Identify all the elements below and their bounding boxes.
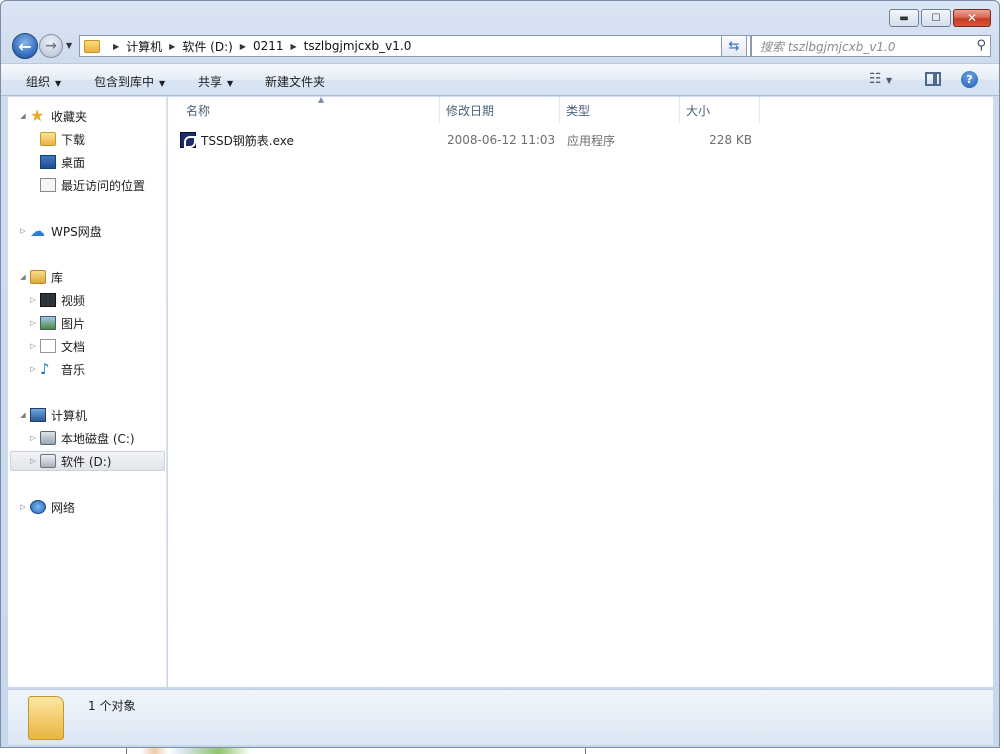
video-icon	[40, 293, 56, 307]
forward-button[interactable]: →	[39, 34, 63, 58]
file-type: 应用程序	[567, 133, 616, 148]
caption-buttons: ▬ ☐ ✕	[889, 9, 991, 27]
tree-item-music[interactable]: ▷ ♪ 音乐	[28, 359, 85, 379]
breadcrumb-computer[interactable]: 计算机	[126, 38, 162, 55]
network-icon	[30, 500, 46, 514]
file-size: 228 KB	[709, 133, 752, 147]
expand-arrow-icon[interactable]: ▷	[18, 503, 28, 511]
column-header-modified[interactable]: 修改日期	[440, 97, 560, 123]
column-header-type[interactable]: 类型	[560, 97, 680, 123]
file-modified: 2008-06-12 11:03	[447, 133, 556, 147]
new-folder-button[interactable]: 新建文件夹	[265, 73, 325, 90]
cloud-icon: ☁	[30, 222, 45, 240]
organize-menu[interactable]: 组织 ▼	[26, 73, 61, 90]
expand-arrow-icon[interactable]: ▷	[18, 227, 28, 235]
breadcrumb-0211[interactable]: 0211	[253, 39, 284, 53]
file-list: 名称 ▲ 修改日期 类型 大小 TSSD钢筋表.exe 2008-06-12 1…	[168, 95, 993, 687]
library-icon	[30, 270, 46, 284]
expand-arrow-icon[interactable]: ◢	[18, 411, 28, 419]
search-input[interactable]: 搜索 tszlbgjmjcxb_v1.0 ⚲	[751, 35, 991, 57]
tree-item-desktop[interactable]: 桌面	[28, 152, 85, 172]
tree-item-documents[interactable]: ▷ 文档	[28, 336, 85, 356]
share-menu[interactable]: 共享 ▼	[198, 73, 233, 90]
minimize-button[interactable]: ▬	[889, 9, 919, 27]
arrow-left-icon: ←	[18, 36, 32, 56]
navigation-pane: ◢ ★ 收藏夹 下载 桌面 最近访问的位置 ▷ ☁ WPS网盘 ◢ 库 ▷ 视频…	[8, 97, 167, 687]
tree-item-favorites[interactable]: ◢ ★ 收藏夹	[18, 106, 87, 126]
chevron-down-icon: ▼	[227, 79, 234, 88]
desktop-icon	[40, 155, 56, 169]
command-bar: 组织 ▼ 包含到库中 ▼ 共享 ▼ 新建文件夹 ☷ ▼ ?	[1, 63, 999, 96]
recent-pages-dropdown[interactable]: ▼	[66, 41, 72, 50]
search-icon[interactable]: ⚲	[976, 38, 986, 53]
chevron-down-icon: ▼	[55, 79, 62, 88]
breadcrumb-current-folder[interactable]: tszlbgjmjcxb_v1.0	[304, 39, 412, 53]
item-count: 1 个对象	[88, 699, 136, 713]
tree-item-recent[interactable]: 最近访问的位置	[28, 175, 145, 195]
computer-icon	[30, 408, 46, 422]
refresh-icon: ⇆	[728, 38, 740, 54]
arrow-right-icon: →	[45, 38, 57, 54]
tree-item-wps-cloud[interactable]: ▷ ☁ WPS网盘	[18, 221, 101, 241]
folder-icon	[28, 696, 64, 740]
background-window-edge	[126, 748, 586, 754]
refresh-button[interactable]: ⇆	[721, 35, 747, 57]
tree-item-pictures[interactable]: ▷ 图片	[28, 313, 85, 333]
tree-item-libraries[interactable]: ◢ 库	[18, 267, 63, 287]
details-pane: 1 个对象	[8, 689, 993, 745]
expand-arrow-icon[interactable]: ▷	[28, 365, 38, 373]
chevron-right-icon[interactable]: ▶	[169, 42, 175, 51]
music-icon: ♪	[40, 360, 50, 378]
column-header-name[interactable]: 名称 ▲	[180, 95, 440, 123]
expand-arrow-icon[interactable]: ▷	[28, 342, 38, 350]
column-header-size[interactable]: 大小	[680, 97, 760, 123]
sort-ascending-icon: ▲	[318, 95, 325, 104]
navigation-row: ← → ▼ ▶ 计算机 ▶ 软件 (D:) ▶ 0211 ▶ tszlbgjmj…	[9, 31, 991, 61]
expand-arrow-icon[interactable]: ◢	[18, 112, 28, 120]
chevron-down-icon: ▼	[159, 79, 166, 88]
drive-icon	[40, 454, 56, 468]
tree-item-downloads[interactable]: 下载	[28, 129, 85, 149]
address-bar[interactable]: ▶ 计算机 ▶ 软件 (D:) ▶ 0211 ▶ tszlbgjmjcxb_v1…	[79, 35, 751, 57]
tree-item-network[interactable]: ▷ 网络	[18, 497, 75, 517]
help-icon: ?	[966, 73, 973, 86]
tree-item-drive-d[interactable]: ▷ 软件 (D:)	[10, 451, 165, 471]
application-icon	[180, 132, 196, 148]
expand-arrow-icon[interactable]: ▷	[28, 296, 38, 304]
file-row[interactable]: TSSD钢筋表.exe 2008-06-12 11:03 应用程序 228 KB	[180, 129, 780, 151]
breadcrumb-drive-d[interactable]: 软件 (D:)	[182, 38, 232, 55]
tree-item-computer[interactable]: ◢ 计算机	[18, 405, 87, 425]
chevron-right-icon[interactable]: ▶	[240, 42, 246, 51]
star-icon: ★	[30, 106, 45, 125]
expand-arrow-icon[interactable]: ▷	[28, 457, 38, 465]
view-list-icon: ☷	[869, 71, 882, 87]
recent-places-icon	[40, 178, 56, 192]
document-icon	[40, 339, 56, 353]
close-button[interactable]: ✕	[953, 9, 991, 27]
back-button[interactable]: ←	[12, 33, 38, 59]
search-placeholder: 搜索 tszlbgjmjcxb_v1.0	[760, 39, 896, 54]
folder-icon	[84, 39, 100, 53]
include-in-library-menu[interactable]: 包含到库中 ▼	[94, 73, 165, 90]
chevron-down-icon: ▼	[66, 41, 73, 50]
tree-item-videos[interactable]: ▷ 视频	[28, 290, 85, 310]
downloads-folder-icon	[40, 132, 56, 146]
chevron-right-icon[interactable]: ▶	[113, 42, 119, 51]
pictures-icon	[40, 316, 56, 330]
expand-arrow-icon[interactable]: ▷	[28, 434, 38, 442]
chevron-down-icon: ▼	[886, 76, 893, 85]
maximize-button[interactable]: ☐	[921, 9, 951, 27]
help-button[interactable]: ?	[961, 71, 978, 88]
expand-arrow-icon[interactable]: ▷	[28, 319, 38, 327]
system-drive-icon	[40, 431, 56, 445]
chevron-right-icon[interactable]: ▶	[291, 42, 297, 51]
expand-arrow-icon[interactable]: ◢	[18, 273, 28, 281]
file-name: TSSD钢筋表.exe	[201, 133, 294, 148]
change-view-button[interactable]: ☷ ▼	[869, 71, 892, 87]
explorer-window: ▬ ☐ ✕ ← → ▼ ▶ 计算机 ▶ 软件 (D:) ▶ 0211 ▶ tsz…	[0, 0, 1000, 748]
tree-item-drive-c[interactable]: ▷ 本地磁盘 (C:)	[28, 428, 135, 448]
preview-pane-button[interactable]	[925, 72, 941, 86]
